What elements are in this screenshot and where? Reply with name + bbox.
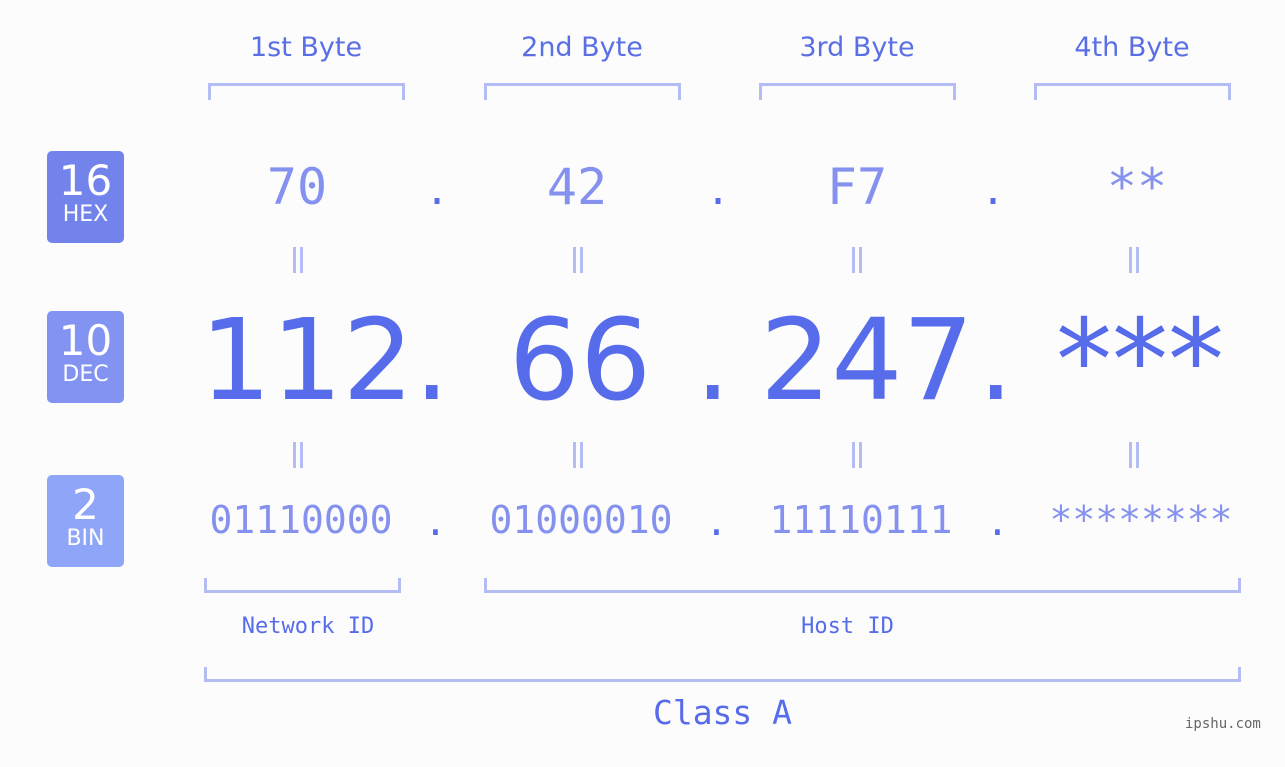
- hex-byte-4: **: [1106, 158, 1168, 216]
- equals-icon: [570, 442, 584, 468]
- hex-dot-2: .: [706, 168, 731, 214]
- equals-icon: [849, 247, 863, 273]
- equals-icon: [1126, 442, 1140, 468]
- byte-bracket-3: [759, 83, 956, 100]
- equals-icon: [290, 442, 304, 468]
- dec-badge: 10 DEC: [47, 311, 124, 403]
- dec-byte-3: 247: [760, 296, 974, 426]
- byte-header-3: 3rd Byte: [799, 32, 915, 63]
- bin-byte-3: 11110111: [769, 498, 953, 542]
- dec-byte-2: 66: [508, 296, 652, 426]
- dec-byte-1: 112: [200, 296, 414, 426]
- dec-dot-1: .: [414, 296, 450, 426]
- hex-base-number: 16: [58, 156, 113, 205]
- class-label: Class A: [652, 693, 793, 732]
- bin-base-number: 2: [72, 480, 99, 529]
- bin-dot-2: .: [705, 500, 728, 544]
- equals-icon: [290, 247, 304, 273]
- hex-dot-3: .: [981, 168, 1006, 214]
- dec-dot-2: .: [695, 296, 731, 426]
- hex-badge: 16 HEX: [47, 151, 124, 243]
- bin-badge: 2 BIN: [47, 475, 124, 567]
- bin-base-label: BIN: [66, 526, 105, 551]
- byte-header-2: 2nd Byte: [521, 32, 643, 63]
- bin-byte-1: 01110000: [209, 498, 393, 542]
- hex-byte-1: 70: [266, 158, 328, 216]
- class-bracket: [204, 667, 1241, 682]
- hex-base-label: HEX: [62, 202, 109, 227]
- bin-dot-1: .: [424, 500, 447, 544]
- hex-byte-3: F7: [826, 158, 888, 216]
- dec-dot-3: .: [978, 296, 1014, 426]
- dec-base-label: DEC: [62, 362, 109, 387]
- dec-base-number: 10: [58, 316, 113, 365]
- byte-bracket-4: [1034, 83, 1231, 100]
- bin-byte-2: 01000010: [489, 498, 673, 542]
- bin-byte-4: ********: [1049, 498, 1233, 542]
- hex-dot-1: .: [425, 168, 450, 214]
- byte-header-4: 4th Byte: [1074, 32, 1190, 63]
- byte-header-1: 1st Byte: [249, 32, 363, 63]
- dec-byte-4: ***: [1056, 296, 1224, 426]
- equals-icon: [1126, 247, 1140, 273]
- watermark: ipshu.com: [1185, 716, 1261, 732]
- network-id-bracket: [204, 578, 401, 593]
- hex-byte-2: 42: [546, 158, 608, 216]
- host-id-bracket: [484, 578, 1241, 593]
- bin-dot-3: .: [986, 500, 1009, 544]
- equals-icon: [849, 442, 863, 468]
- byte-bracket-2: [484, 83, 681, 100]
- byte-bracket-1: [208, 83, 405, 100]
- equals-icon: [570, 247, 584, 273]
- host-id-label: Host ID: [801, 614, 894, 639]
- network-id-label: Network ID: [241, 614, 375, 639]
